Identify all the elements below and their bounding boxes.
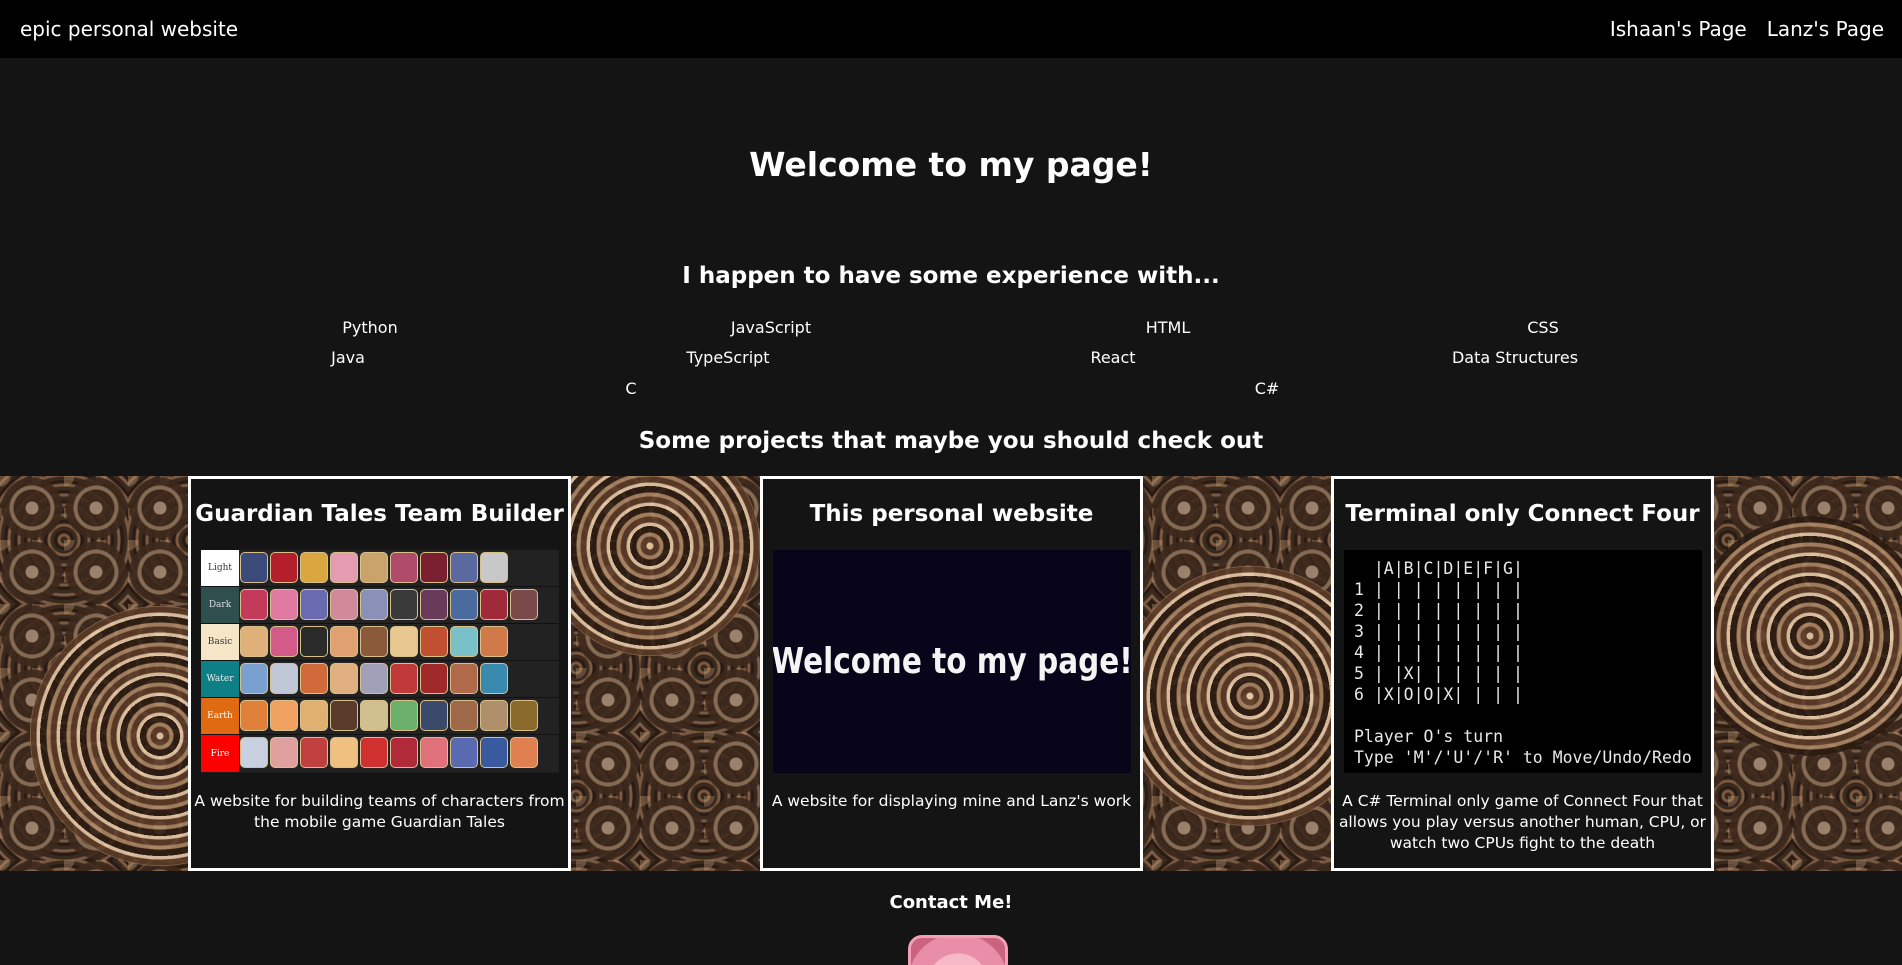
- tier-row: Light: [201, 550, 559, 587]
- tier-label: Dark: [201, 587, 239, 623]
- project-title: Terminal only Connect Four: [1345, 501, 1700, 527]
- skill-typescript: TypeScript: [686, 348, 770, 367]
- project-card-personal-website[interactable]: This personal website Welcome to my page…: [760, 476, 1143, 871]
- tier-row: Earth: [201, 698, 559, 735]
- terminal-line: 1 | | | | | | | |: [1354, 580, 1523, 599]
- character-icons: [239, 698, 559, 734]
- project-description: A C# Terminal only game of Connect Four …: [1338, 792, 1707, 852]
- terminal-line: Type 'M'/'U'/'R' to Move/Undo/Redo: [1354, 748, 1692, 767]
- tier-label: Basic: [201, 624, 239, 660]
- character-icons: [239, 624, 559, 660]
- terminal-line: |A|B|C|D|E|F|G|: [1354, 559, 1523, 578]
- tier-label: Water: [201, 661, 239, 697]
- tier-row: Dark: [201, 587, 559, 624]
- character-icons: [239, 587, 559, 623]
- terminal-line: 6 |X|O|O|X| | | |: [1354, 685, 1523, 704]
- skill-data-structures: Data Structures: [1451, 348, 1579, 367]
- avatar[interactable]: [908, 935, 1008, 965]
- project-description: A website for building teams of characte…: [194, 792, 565, 831]
- terminal-line: 2 | | | | | | | |: [1354, 601, 1523, 620]
- character-icons: [239, 735, 559, 772]
- project-card-guardian-tales[interactable]: Guardian Tales Team Builder Light Dark B…: [188, 476, 571, 871]
- nav-link-lanz[interactable]: Lanz's Page: [1767, 17, 1884, 41]
- project-card-connect-four[interactable]: Terminal only Connect Four |A|B|C|D|E|F|…: [1331, 476, 1714, 871]
- skill-html: HTML: [1145, 318, 1191, 337]
- character-icons: [239, 550, 559, 586]
- skill-java: Java: [331, 348, 365, 367]
- project-description: A website for displaying mine and Lanz's…: [771, 792, 1132, 810]
- terminal-line: 3 | | | | | | | |: [1354, 622, 1523, 641]
- skill-css: CSS: [1527, 318, 1559, 337]
- nav-link-ishaan[interactable]: Ishaan's Page: [1610, 17, 1747, 41]
- contact-heading: Contact Me!: [889, 892, 1013, 913]
- terminal-line: 4 | | | | | | | |: [1354, 643, 1523, 662]
- tier-row: Fire: [201, 735, 559, 772]
- terminal-line: 5 | |X| | | | | |: [1354, 664, 1523, 683]
- skill-python: Python: [342, 318, 398, 337]
- character-icons: [239, 661, 559, 697]
- skill-react: React: [1090, 348, 1136, 367]
- nav-links: Ishaan's Page Lanz's Page: [1610, 17, 1884, 41]
- tier-label: Light: [201, 550, 239, 586]
- screenshot-text: Welcome to my page!: [773, 641, 1131, 682]
- skill-c: C: [625, 379, 637, 398]
- projects-heading: Some projects that maybe you should chec…: [638, 428, 1264, 454]
- tier-label: Fire: [201, 735, 239, 772]
- tier-label: Earth: [201, 698, 239, 734]
- tier-row: Basic: [201, 624, 559, 661]
- skill-csharp: C#: [1254, 379, 1280, 398]
- page-title: Welcome to my page!: [749, 145, 1153, 184]
- project-title: Guardian Tales Team Builder: [195, 501, 564, 527]
- navbar: epic personal website Ishaan's Page Lanz…: [0, 0, 1902, 58]
- tier-list-image: Light Dark Basic Water Earth Fire: [201, 550, 559, 773]
- spiral-decoration: [1690, 516, 1902, 756]
- terminal-screenshot: |A|B|C|D|E|F|G| 1 | | | | | | | | 2 | | | …: [1344, 550, 1702, 773]
- skill-javascript: JavaScript: [730, 318, 812, 337]
- project-title: This personal website: [809, 501, 1094, 527]
- spiral-decoration: [540, 476, 760, 656]
- site-brand[interactable]: epic personal website: [20, 17, 238, 41]
- terminal-line: Player O's turn: [1354, 727, 1504, 746]
- experience-heading: I happen to have some experience with...: [682, 263, 1220, 289]
- tier-row: Water: [201, 661, 559, 698]
- website-screenshot: Welcome to my page!: [773, 550, 1131, 773]
